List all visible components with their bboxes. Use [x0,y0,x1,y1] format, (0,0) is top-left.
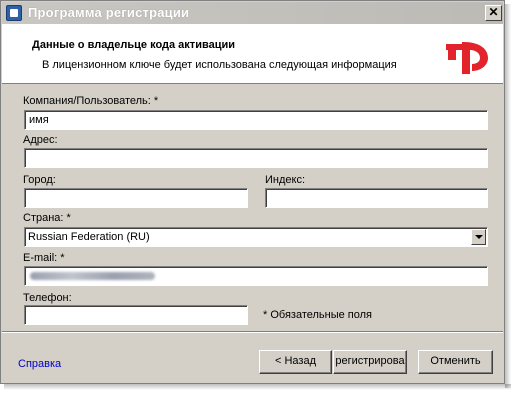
index-field[interactable] [265,188,488,208]
registration-dialog: Программа регистрации ✕ Данные о владель… [0,0,505,384]
title-bar[interactable]: Программа регистрации ✕ [2,2,503,24]
phone-label: Телефон: [23,292,72,304]
country-select[interactable]: Russian Federation (RU) [24,227,488,247]
app-icon [6,5,22,21]
index-label: Индекс: [265,174,306,186]
window-shadow-right [505,4,511,388]
back-button[interactable]: < Назад [259,350,332,374]
close-button[interactable]: ✕ [485,5,502,21]
footer-divider [2,331,503,333]
cancel-button[interactable]: Отменить [418,350,493,374]
logo-left-shape [446,44,464,60]
header-subtitle: В лицензионном ключе будет использована … [42,59,397,71]
company-value: имя [29,114,49,126]
email-label: E-mail: * [23,252,65,264]
email-redacted [30,272,155,280]
city-label: Город: [23,174,56,186]
dialog-header: Данные о владельце кода активации В лице… [2,24,503,84]
brand-logo-icon [446,42,488,74]
email-field[interactable] [24,266,488,286]
address-field[interactable] [24,148,488,168]
help-link[interactable]: Справка [18,358,61,370]
window-title: Программа регистрации [28,5,190,20]
company-label: Компания/Пользователь: * [23,95,159,107]
chevron-down-icon[interactable] [471,229,486,245]
header-title: Данные о владельце кода активации [32,39,235,51]
logo-right-shape [462,42,488,74]
city-field[interactable] [24,188,248,208]
window-shadow-bottom [4,384,511,390]
address-label: Адрес: [23,134,58,146]
required-note: * Обязательные поля [263,309,373,321]
country-value: Russian Federation (RU) [28,231,150,243]
company-field[interactable]: имя [24,110,488,130]
phone-field[interactable] [24,305,248,325]
register-button[interactable]: регистрирова [333,350,407,374]
country-label: Страна: * [23,212,71,224]
